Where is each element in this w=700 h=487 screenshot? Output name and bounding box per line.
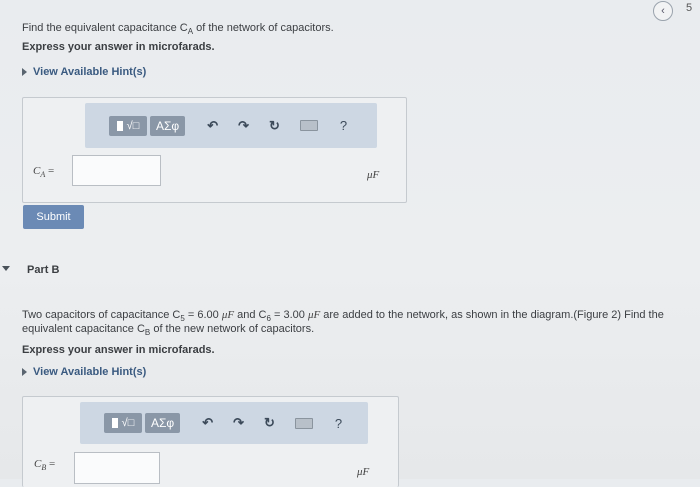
part-a-hints-toggle[interactable]: View Available Hint(s) bbox=[22, 66, 146, 78]
greek-symbols-button[interactable]: ΑΣφ bbox=[150, 115, 186, 136]
reset-icon[interactable]: ↻ bbox=[269, 118, 280, 134]
redo-icon[interactable]: ↷ bbox=[238, 118, 249, 134]
part-a-math-toolbar: √□ ΑΣφ ↶ ↷ ↻ ? bbox=[85, 103, 377, 148]
keyboard-button[interactable] bbox=[294, 417, 313, 429]
undo-icon[interactable]: ↶ bbox=[202, 415, 213, 431]
part-b-question-line2: equivalent capacitance CB of the new net… bbox=[22, 323, 315, 338]
part-b-question-line1: Two capacitors of capacitance C5 = 6.00 … bbox=[22, 309, 664, 324]
greek-symbols-button[interactable]: ΑΣφ bbox=[145, 413, 181, 433]
part-b-hints-toggle[interactable]: View Available Hint(s) bbox=[22, 366, 146, 378]
previous-button[interactable]: ‹ bbox=[653, 1, 673, 21]
submit-button[interactable]: Submit bbox=[23, 205, 84, 229]
part-a-answer-box: √□ ΑΣφ ↶ ↷ ↻ ? CA = μF bbox=[22, 97, 407, 203]
part-b-unit: μF bbox=[357, 466, 370, 478]
part-b-answer-input[interactable] bbox=[74, 452, 160, 484]
part-b-eq-label: CB = bbox=[34, 458, 56, 473]
part-a-answer-input[interactable] bbox=[72, 155, 161, 186]
help-button[interactable]: ? bbox=[340, 118, 347, 133]
undo-icon[interactable]: ↶ bbox=[207, 118, 218, 134]
keyboard-button[interactable] bbox=[299, 120, 318, 131]
part-b-instruction: Express your answer in microfarads. bbox=[22, 344, 215, 356]
templates-button[interactable]: √□ bbox=[104, 413, 142, 433]
help-button[interactable]: ? bbox=[335, 416, 342, 431]
caret-right-icon bbox=[22, 368, 27, 376]
part-b-math-toolbar: √□ ΑΣφ ↶ ↷ ↻ ? bbox=[80, 402, 368, 444]
templates-button[interactable]: √□ bbox=[109, 115, 147, 136]
page-number: 5 bbox=[686, 2, 693, 14]
template-square-icon bbox=[116, 120, 123, 131]
radical-icon: √□ bbox=[121, 417, 135, 429]
part-a-eq-label: CA = bbox=[33, 165, 55, 180]
part-a-instruction: Express your answer in microfarads. bbox=[22, 41, 215, 53]
collapse-caret-icon[interactable] bbox=[2, 266, 10, 271]
chevron-left-icon: ‹ bbox=[661, 5, 665, 17]
part-a-question: Find the equivalent capacitance CA of th… bbox=[22, 22, 334, 37]
redo-icon[interactable]: ↷ bbox=[233, 415, 244, 431]
caret-right-icon bbox=[22, 68, 27, 76]
keyboard-icon bbox=[294, 417, 313, 429]
part-a-unit: μF bbox=[367, 169, 380, 181]
keyboard-icon bbox=[299, 120, 318, 131]
reset-icon[interactable]: ↻ bbox=[264, 415, 275, 431]
template-square-icon bbox=[111, 418, 118, 428]
radical-icon: √□ bbox=[126, 119, 140, 132]
part-b-title: Part B bbox=[27, 264, 60, 276]
part-b-answer-box: √□ ΑΣφ ↶ ↷ ↻ ? CB = μF bbox=[22, 396, 399, 487]
